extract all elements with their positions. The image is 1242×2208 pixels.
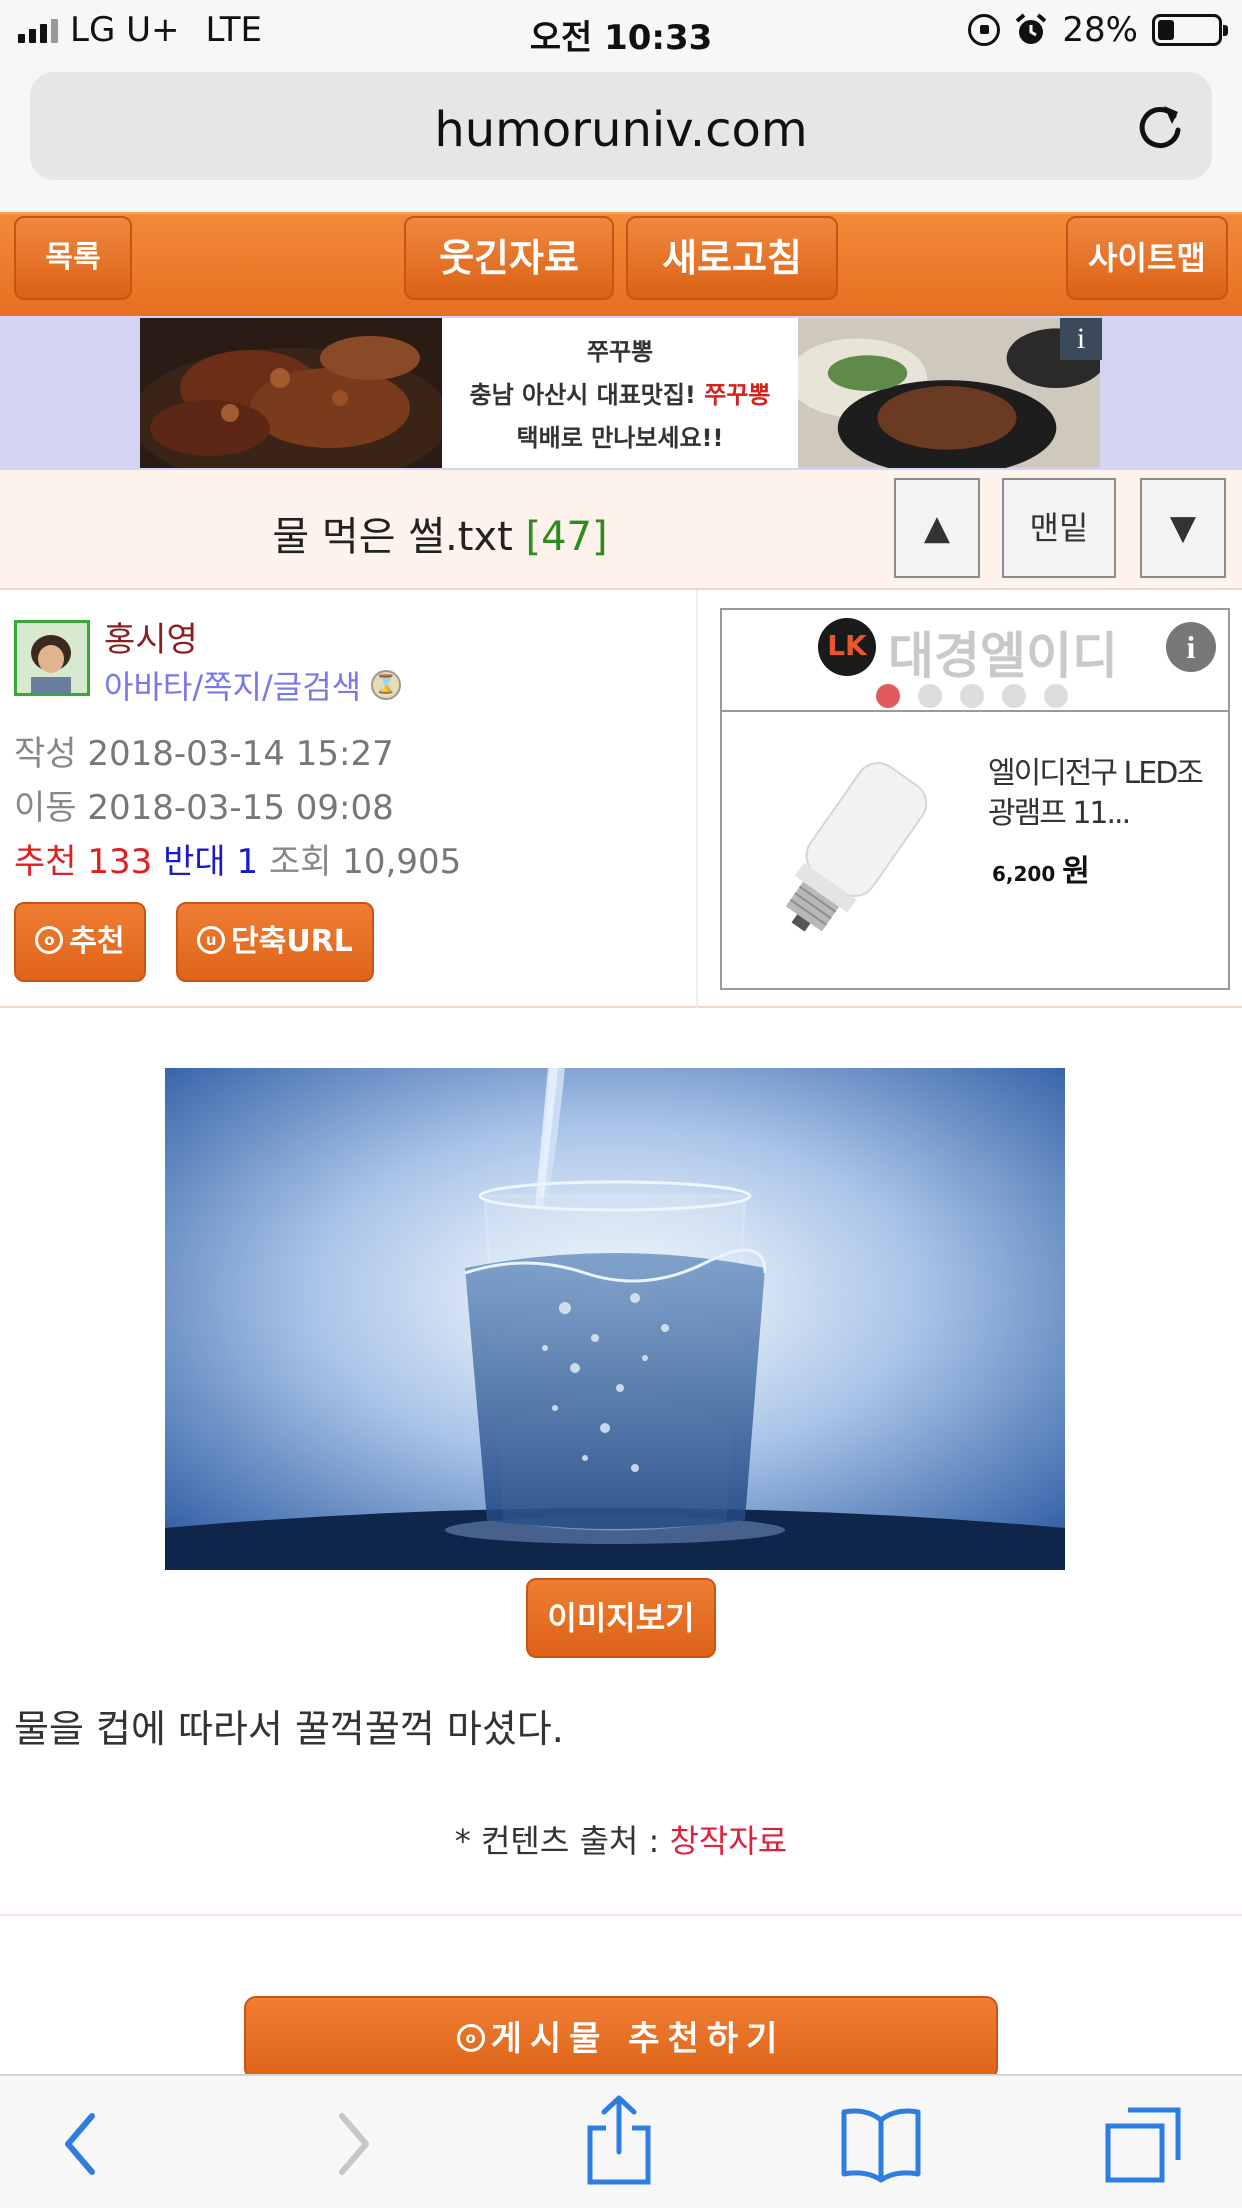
- bookmarks-icon[interactable]: [840, 2104, 922, 2184]
- views-count: 10,905: [342, 842, 462, 882]
- status-bar: LG U+ LTE 오전 10:33 28%: [0, 0, 1242, 62]
- bottom-button[interactable]: 맨밑: [1002, 478, 1116, 578]
- funny-button[interactable]: 웃긴자료: [404, 216, 614, 300]
- ad-header: LK 대경엘이디 i: [722, 610, 1228, 712]
- ad-logo-icon: LK: [818, 618, 876, 676]
- alarm-icon: [1016, 13, 1047, 44]
- short-url-button[interactable]: u 단축URL: [176, 902, 374, 982]
- recommend-circle-icon: o: [35, 925, 64, 954]
- address-bar[interactable]: humoruniv.com: [30, 72, 1212, 180]
- carousel-dot[interactable]: [960, 684, 984, 708]
- site-nav: 목록 웃긴자료 새로고침 사이트맵: [0, 212, 1242, 316]
- tabs-icon[interactable]: [1104, 2104, 1184, 2184]
- recommend-post-label: 게시물 추천하기: [490, 2019, 786, 2059]
- content-divider: [0, 1914, 1242, 1916]
- comment-count: [47]: [525, 514, 608, 560]
- post-body-text: 물을 컵에 따라서 꿀꺽꿀꺽 마셨다.: [14, 1707, 564, 1751]
- forward-icon[interactable]: [328, 2104, 378, 2184]
- banner-line-1: 충남 아산시 대표맛집! 쭈꾸뽕: [442, 375, 798, 410]
- led-bulb-image: [785, 762, 928, 932]
- banner-brand: 쭈꾸뽕: [586, 338, 654, 366]
- recommend-count: 133: [87, 842, 153, 882]
- product-ad[interactable]: LK 대경엘이디 i 엘이디전구 LED조광램프 11... 6,200 원: [720, 608, 1230, 990]
- browser-toolbar: [0, 2074, 1242, 2208]
- ad-product-name: 엘이디전구 LED조광램프 11...: [988, 756, 1204, 831]
- source-label: * 컨텐츠 출처 :: [454, 1822, 670, 1860]
- battery-percent: 28%: [1062, 10, 1138, 50]
- ad-price: 6,200 원: [992, 846, 1090, 890]
- ad-info-icon[interactable]: i: [1166, 622, 1216, 672]
- post-info: 홍시영 아바타/쪽지/글검색 ⌛ 작성 2018-03-14 15:27 이동 …: [0, 590, 1242, 1008]
- ad-banner[interactable]: 쭈꾸뽕 충남 아산시 대표맛집! 쭈꾸뽕 택배로 만나보세요!! i: [140, 318, 1102, 468]
- author-links-text[interactable]: 아바타/쪽지/글검색: [104, 662, 361, 708]
- view-image-button[interactable]: 이미지보기: [526, 1578, 716, 1658]
- carousel-dot[interactable]: [1044, 684, 1068, 708]
- recommend-post-button[interactable]: o 게시물 추천하기: [244, 1996, 998, 2080]
- written-label: 작성: [14, 734, 77, 774]
- carousel-dot[interactable]: [876, 684, 900, 708]
- ad-price-value: 6,200: [992, 862, 1056, 886]
- stats-row: 추천 133 반대 1 조회 10,905: [14, 834, 461, 883]
- moved-label: 이동: [14, 788, 77, 828]
- scroll-up-button[interactable]: ▲: [894, 478, 980, 578]
- share-icon[interactable]: [584, 2092, 654, 2188]
- banner-line-1-highlight: 쭈꾸뽕: [704, 381, 771, 409]
- battery-icon: [1152, 14, 1228, 46]
- author-avatar[interactable]: [14, 620, 90, 696]
- back-icon[interactable]: [56, 2104, 106, 2184]
- ad-carousel-dots[interactable]: [876, 684, 1068, 708]
- author-links: 아바타/쪽지/글검색 ⌛: [104, 662, 402, 708]
- banner-food-image-left: [140, 318, 442, 468]
- member-badge-icon: ⌛: [371, 670, 402, 700]
- post-title: 물 먹은 썰.txt [47]: [0, 504, 880, 562]
- banner-food-image-right: [798, 318, 1100, 468]
- reload-icon[interactable]: [1134, 100, 1186, 152]
- short-url-label: 단축URL: [231, 924, 353, 959]
- url-circle-icon: u: [197, 925, 226, 954]
- recommend-post-circle-icon: o: [456, 2023, 485, 2052]
- author-name[interactable]: 홍시영: [104, 612, 198, 661]
- banner-info-icon[interactable]: i: [1060, 318, 1102, 360]
- source-link[interactable]: 창작자료: [669, 1822, 787, 1860]
- banner-line-2: 택배로 만나보세요!!: [516, 424, 724, 452]
- written-date: 2018-03-14 15:27: [87, 734, 394, 774]
- ad-price-currency: 원: [1062, 854, 1090, 889]
- banner-text-area: 쭈꾸뽕 충남 아산시 대표맛집! 쭈꾸뽕 택배로 만나보세요!!: [442, 318, 798, 468]
- banner-line-1-text: 충남 아산시 대표맛집!: [469, 381, 705, 409]
- post-title-bar: 물 먹은 썰.txt [47] ▲ 맨밑 ▼: [0, 470, 1242, 590]
- post-title-text: 물 먹은 썰.txt: [272, 514, 513, 560]
- written-date-row: 작성 2018-03-14 15:27: [14, 726, 394, 775]
- sitemap-button[interactable]: 사이트맵: [1066, 216, 1228, 300]
- content-source: * 컨텐츠 출처 : 창작자료: [0, 1816, 1242, 1862]
- avatar-image: [17, 623, 87, 693]
- rotation-lock-icon: [968, 14, 1001, 46]
- recommend-button[interactable]: o 추천: [14, 902, 146, 982]
- battery-level: [1158, 20, 1175, 40]
- ad-brand: 대경엘이디: [888, 627, 1118, 685]
- views-label: 조회: [268, 842, 332, 882]
- carousel-dot[interactable]: [918, 684, 942, 708]
- scroll-down-button[interactable]: ▼: [1140, 478, 1226, 578]
- oppose-label: 반대: [163, 842, 226, 882]
- status-right: 28%: [968, 10, 1228, 50]
- url-text: humoruniv.com: [434, 102, 808, 158]
- info-divider: [696, 590, 698, 1008]
- recommend-button-label: 추천: [69, 924, 125, 959]
- moved-date-row: 이동 2018-03-15 09:08: [14, 780, 394, 829]
- browser-url-area: humoruniv.com: [0, 62, 1242, 212]
- water-glass-image[interactable]: [165, 1068, 1065, 1570]
- moved-date: 2018-03-15 09:08: [87, 788, 394, 828]
- refresh-button[interactable]: 새로고침: [626, 216, 838, 300]
- recommend-label: 추천: [14, 842, 77, 882]
- list-button[interactable]: 목록: [14, 216, 132, 300]
- carousel-dot[interactable]: [1002, 684, 1026, 708]
- oppose-count: 1: [236, 842, 259, 882]
